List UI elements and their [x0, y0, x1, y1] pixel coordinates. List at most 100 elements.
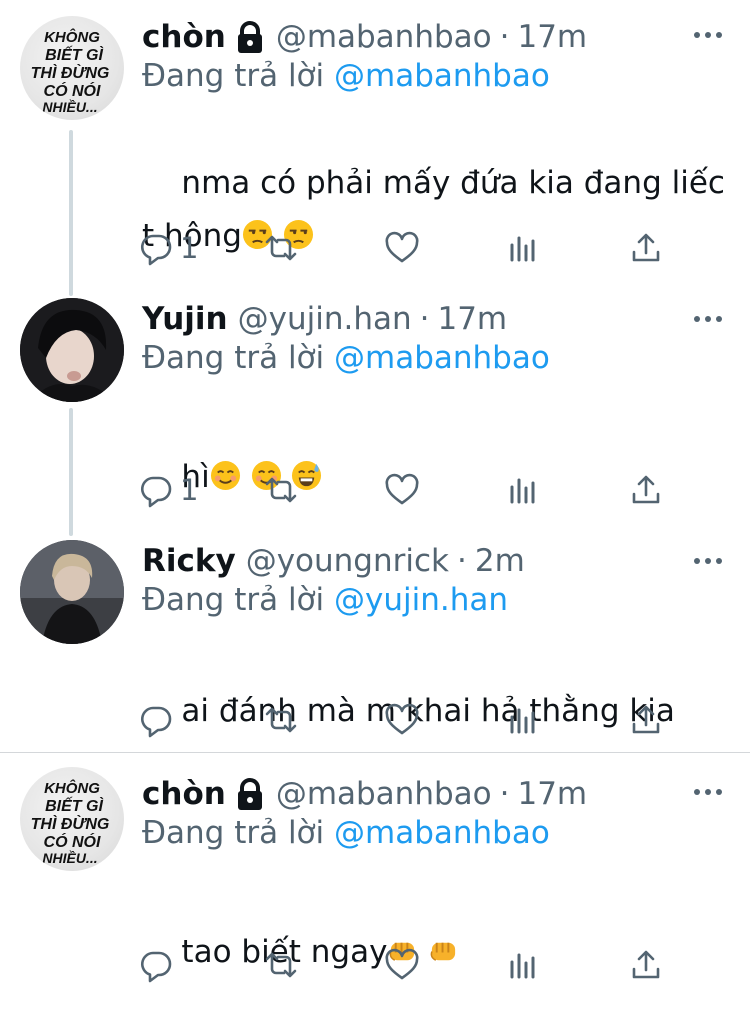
- timestamp[interactable]: 2m: [475, 543, 525, 579]
- analytics-button[interactable]: [505, 700, 541, 740]
- avatar-text-graphic: KHÔNG BIẾT GÌ THÌ ĐỪNG CÓ NÓI NHIỀU...: [31, 28, 110, 115]
- display-name[interactable]: Ricky: [142, 543, 236, 579]
- tweet[interactable]: KHÔNG BIẾT GÌ THÌ ĐỪNG CÓ NÓI NHIỀU... c…: [0, 753, 750, 989]
- like-icon: [385, 948, 419, 980]
- display-name[interactable]: chòn: [142, 776, 226, 812]
- tweet-header: chòn @mabanhbao · 17m: [142, 17, 587, 57]
- more-icon[interactable]: [694, 30, 724, 40]
- reply-count: 1: [180, 231, 199, 265]
- like-button[interactable]: [384, 700, 420, 740]
- replying-to: Đang trả lời @yujin.han: [142, 582, 508, 618]
- tweet-header: Ricky @youngnrick · 2m: [142, 541, 525, 581]
- like-icon: [385, 231, 419, 263]
- user-handle[interactable]: @yujin.han: [238, 301, 412, 337]
- replying-to-mention[interactable]: @mabanhbao: [334, 340, 550, 376]
- share-icon: [632, 233, 660, 262]
- avatar-text-line: NHIỀU...: [42, 99, 97, 115]
- more-icon[interactable]: [694, 787, 724, 797]
- analytics-icon: [510, 236, 535, 262]
- more-icon[interactable]: [694, 556, 724, 566]
- avatar-text-line: KHÔNG: [44, 28, 100, 46]
- replying-to: Đang trả lời @mabanhbao: [142, 58, 550, 94]
- replying-to-mention[interactable]: @mabanhbao: [334, 815, 550, 851]
- tweet-actions: [138, 945, 678, 985]
- lock-icon: [234, 21, 266, 55]
- reply-button[interactable]: [138, 945, 180, 985]
- display-name[interactable]: Yujin: [142, 301, 228, 337]
- like-button[interactable]: [384, 228, 420, 268]
- reply-icon: [141, 234, 172, 266]
- timestamp[interactable]: 17m: [437, 301, 507, 337]
- avatar-text-graphic: KHÔNG BIẾT GÌ THÌ ĐỪNG CÓ NÓI NHIỀU...: [31, 779, 110, 866]
- user-handle[interactable]: @mabanhbao: [276, 19, 492, 55]
- separator-dot: ·: [419, 301, 430, 337]
- analytics-icon: [510, 953, 535, 979]
- avatar-text-line: THÌ ĐỪNG: [31, 63, 110, 82]
- tweet-actions: [138, 700, 678, 740]
- reply-button[interactable]: 1: [138, 228, 198, 268]
- avatar[interactable]: [20, 540, 124, 644]
- replying-to-label: Đang trả lời: [142, 58, 325, 94]
- share-button[interactable]: [628, 470, 664, 510]
- retweet-icon: [265, 235, 297, 261]
- avatar-text-line: KHÔNG: [44, 779, 100, 797]
- analytics-button[interactable]: [505, 470, 541, 510]
- user-handle[interactable]: @mabanhbao: [276, 776, 492, 812]
- timestamp[interactable]: 17m: [517, 19, 587, 55]
- like-button[interactable]: [384, 945, 420, 985]
- share-button[interactable]: [628, 700, 664, 740]
- retweet-button[interactable]: [263, 700, 299, 740]
- retweet-button[interactable]: [263, 945, 299, 985]
- separator-dot: ·: [499, 19, 510, 55]
- display-name[interactable]: chòn: [142, 19, 226, 55]
- avatar-text-line: THÌ ĐỪNG: [31, 814, 110, 833]
- avatar[interactable]: KHÔNG BIẾT GÌ THÌ ĐỪNG CÓ NÓI NHIỀU...: [20, 16, 124, 120]
- share-icon: [632, 475, 660, 504]
- replying-to: Đang trả lời @mabanhbao: [142, 340, 550, 376]
- replying-to: Đang trả lời @mabanhbao: [142, 815, 550, 851]
- share-button[interactable]: [628, 945, 664, 985]
- retweet-button[interactable]: [263, 470, 299, 510]
- avatar-text-line: CÓ NÓI: [44, 81, 101, 100]
- replying-to-mention[interactable]: @yujin.han: [334, 582, 508, 618]
- tweet-header: chòn @mabanhbao · 17m: [142, 774, 587, 814]
- separator-dot: ·: [457, 543, 467, 579]
- reply-button[interactable]: [138, 700, 180, 740]
- replying-to-label: Đang trả lời: [142, 340, 325, 376]
- avatar-photo: [20, 540, 124, 644]
- reply-button[interactable]: 1: [138, 470, 198, 510]
- avatar-text-line: CÓ NÓI: [44, 832, 101, 851]
- tweet-text-line: nma có phải mấy đứa kia đang liếc: [181, 165, 725, 201]
- reply-icon: [141, 706, 172, 738]
- analytics-button[interactable]: [505, 228, 541, 268]
- tweet[interactable]: KHÔNG BIẾT GÌ THÌ ĐỪNG CÓ NÓI NHIỀU... c…: [0, 0, 750, 290]
- avatar[interactable]: KHÔNG BIẾT GÌ THÌ ĐỪNG CÓ NÓI NHIỀU...: [20, 767, 124, 871]
- share-icon: [632, 950, 660, 979]
- avatar-photo: [20, 298, 124, 402]
- tweet-header: Yujin @yujin.han · 17m: [142, 299, 507, 339]
- like-icon: [385, 473, 419, 505]
- lock-icon: [234, 778, 266, 812]
- timestamp[interactable]: 17m: [517, 776, 587, 812]
- like-button[interactable]: [384, 470, 420, 510]
- more-icon[interactable]: [694, 314, 724, 324]
- tweet-text: nma có phải mấy đứa kia đang liếc t hông: [142, 104, 732, 316]
- replying-to-mention[interactable]: @mabanhbao: [334, 58, 550, 94]
- reply-icon: [141, 951, 172, 983]
- user-handle[interactable]: @youngnrick: [246, 543, 449, 579]
- avatar-text-line: BIẾT GÌ: [45, 796, 103, 815]
- analytics-button[interactable]: [505, 945, 541, 985]
- replying-to-label: Đang trả lời: [142, 582, 325, 618]
- share-button[interactable]: [628, 228, 664, 268]
- avatar-text-line: NHIỀU...: [42, 850, 97, 866]
- tweet[interactable]: Yujin @yujin.han · 17m Đang trả lời @mab…: [0, 290, 750, 530]
- share-icon: [632, 705, 660, 734]
- analytics-icon: [510, 708, 535, 734]
- avatar[interactable]: [20, 298, 124, 402]
- reply-icon: [141, 476, 172, 508]
- replying-to-label: Đang trả lời: [142, 815, 325, 851]
- tweet[interactable]: Ricky @youngnrick · 2m Đang trả lời @yuj…: [0, 530, 750, 752]
- retweet-button[interactable]: [263, 228, 299, 268]
- retweet-icon: [265, 952, 297, 978]
- reply-count: 1: [180, 473, 199, 507]
